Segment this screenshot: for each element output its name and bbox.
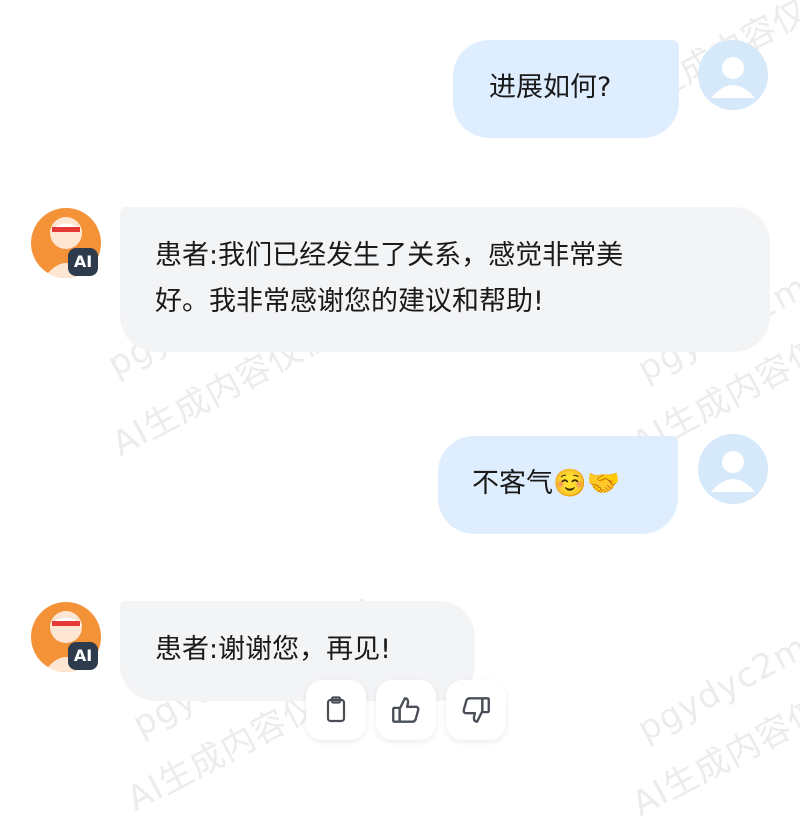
watermark-text: pgydyc2m65lu (631, 590, 800, 750)
user-message: 不客气☺️🤝 (438, 436, 678, 534)
user-message: 进展如何? (453, 40, 679, 138)
clipboard-icon (326, 696, 346, 723)
watermark-text: AI生成内容仅供参考 (625, 640, 800, 825)
message-text-line: 患者:我们已经发生了关系，感觉非常美 (155, 240, 624, 271)
copy-button[interactable] (306, 680, 366, 740)
dislike-button[interactable] (446, 680, 506, 740)
message-actions (306, 680, 510, 742)
thumbs-up-icon (392, 697, 420, 723)
message-text: 患者:谢谢您，再见! (155, 634, 391, 665)
message-text-line: 好。我非常感谢您的建议和帮助! (155, 286, 544, 317)
ai-badge: AI (68, 248, 98, 276)
person-icon (711, 451, 755, 492)
user-avatar[interactable] (698, 434, 768, 504)
like-button[interactable] (376, 680, 436, 740)
message-text: 不客气 (472, 468, 553, 499)
ai-badge: AI (68, 642, 98, 670)
message-text: 进展如何? (489, 72, 612, 103)
ai-message: 患者:我们已经发生了关系，感觉非常美 好。我非常感谢您的建议和帮助! (120, 207, 770, 352)
chat-view: AI生成内容仅供参考 pgydyc2m65lu AI生成内容仅供参考 pgydy… (0, 0, 800, 824)
thumbs-down-icon (462, 697, 490, 723)
user-avatar[interactable] (698, 40, 768, 110)
emoji-text: ☺️🤝 (553, 468, 621, 499)
person-icon (711, 57, 755, 98)
